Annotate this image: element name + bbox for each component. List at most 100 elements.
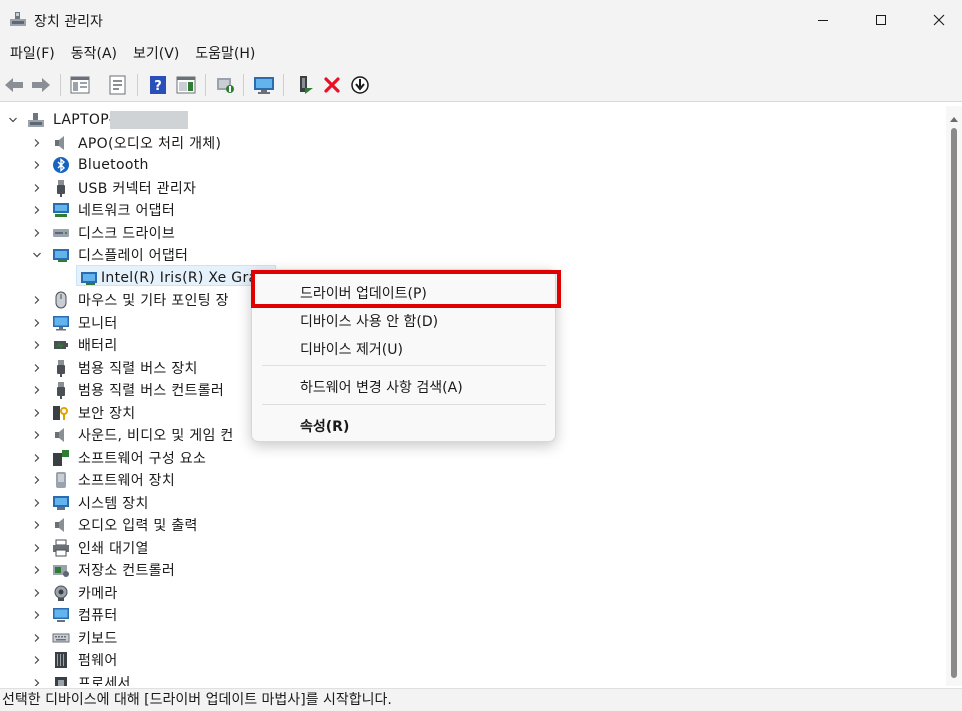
tree-node[interactable]: 오디오 입력 및 출력 <box>0 514 946 536</box>
chevron-right-icon[interactable] <box>32 430 42 440</box>
tree-node[interactable]: 네트워크 어댑터 <box>0 199 946 221</box>
chevron-right-icon[interactable] <box>32 228 42 238</box>
toolbar-separator <box>243 74 244 96</box>
tree-node[interactable]: 카메라 <box>0 582 946 604</box>
close-button[interactable] <box>916 0 962 40</box>
chevron-right-icon[interactable] <box>32 588 42 598</box>
chevron-right-icon[interactable] <box>32 453 42 463</box>
chevron-right-icon[interactable] <box>32 295 42 305</box>
network-adapter-icon <box>52 201 70 219</box>
menu-scan-hardware[interactable]: 하드웨어 변경 사항 검색(A) <box>300 377 463 397</box>
chevron-right-icon[interactable] <box>32 520 42 530</box>
tree-node[interactable]: 시스템 장치 <box>0 492 946 514</box>
tree-node-label: 배터리 <box>78 338 118 354</box>
tree-node[interactable]: 소프트웨어 구성 요소 <box>0 447 946 469</box>
chevron-right-icon[interactable] <box>32 408 42 418</box>
action-pane-button[interactable] <box>174 73 198 97</box>
tree-node-label: 모니터 <box>78 316 118 332</box>
chevron-right-icon[interactable] <box>32 138 42 148</box>
usb-icon <box>52 381 70 399</box>
menu-disable-device[interactable]: 디바이스 사용 안 함(D) <box>300 311 438 331</box>
speaker-icon <box>52 426 70 444</box>
chevron-right-icon[interactable] <box>32 498 42 508</box>
menu-separator <box>262 365 546 366</box>
toolbar-separator <box>137 74 138 96</box>
console-tree-button[interactable] <box>68 73 92 97</box>
tree-node-label: 시스템 장치 <box>78 496 149 512</box>
chevron-right-icon[interactable] <box>32 543 42 553</box>
tree-node-label: APO(오디오 처리 개체) <box>78 136 222 152</box>
chevron-right-icon[interactable] <box>32 565 42 575</box>
tree-node[interactable]: 디스크 드라이브 <box>0 222 946 244</box>
tree-node[interactable]: 인쇄 대기열 <box>0 537 946 559</box>
chevron-right-icon[interactable] <box>32 183 42 193</box>
printer-icon <box>52 539 70 557</box>
scrollbar-thumb[interactable] <box>951 128 957 678</box>
monitor-icon <box>254 77 274 94</box>
help-button[interactable]: ? <box>146 73 170 97</box>
update-driver-button[interactable] <box>293 73 317 97</box>
uninstall-device-button[interactable] <box>320 73 344 97</box>
processor-icon <box>52 674 70 686</box>
back-arrow-icon <box>5 78 23 92</box>
menu-properties[interactable]: 속성(R) <box>300 416 349 436</box>
tree-node[interactable]: 키보드 <box>0 627 946 649</box>
toolbar: ? <box>0 68 962 102</box>
firmware-icon <box>52 651 70 669</box>
chevron-right-icon[interactable] <box>32 205 42 215</box>
chevron-right-icon[interactable] <box>32 678 42 686</box>
tree-node[interactable]: APO(오디오 처리 개체) <box>0 132 946 154</box>
help-icon: ? <box>150 76 166 94</box>
chevron-down-icon[interactable] <box>8 115 18 125</box>
minimize-button[interactable] <box>800 0 846 40</box>
chevron-right-icon[interactable] <box>32 160 42 170</box>
chevron-right-icon[interactable] <box>32 340 42 350</box>
tree-node-label: 네트워크 어댑터 <box>78 203 176 219</box>
chevron-right-icon[interactable] <box>32 363 42 373</box>
chevron-right-icon[interactable] <box>32 633 42 643</box>
computer-icon <box>52 606 70 624</box>
tree-node[interactable]: 저장소 컨트롤러 <box>0 559 946 581</box>
forward-arrow-icon <box>32 78 50 92</box>
highlight-box <box>251 270 561 308</box>
chevron-down-icon[interactable] <box>32 250 42 260</box>
tree-node[interactable]: 펌웨어 <box>0 649 946 671</box>
tree-node[interactable]: 프로세서 <box>0 672 946 686</box>
tree-node-label: 범용 직렬 버스 장치 <box>78 361 198 377</box>
usb-icon <box>52 359 70 377</box>
scan-hardware-changes-icon <box>217 78 234 93</box>
scroll-up-icon[interactable] <box>950 110 958 126</box>
menu-view[interactable]: 보기(V) <box>125 41 187 67</box>
tree-node[interactable]: 디스플레이 어댑터 <box>0 244 946 266</box>
storage-controller-icon <box>52 561 70 579</box>
display-adapter-icon <box>52 246 70 264</box>
menu-action[interactable]: 동작(A) <box>63 41 125 67</box>
back-button[interactable] <box>2 73 26 97</box>
properties-button[interactable] <box>106 73 130 97</box>
vertical-scrollbar[interactable] <box>946 106 962 686</box>
tree-child-label: Intel(R) Iris(R) Xe Graph <box>101 270 276 286</box>
chevron-right-icon[interactable] <box>32 610 42 620</box>
menu-bar: 파일(F) 동작(A) 보기(V) 도움말(H) <box>0 40 962 68</box>
tree-node[interactable]: USB 커넥터 관리자 <box>0 177 946 199</box>
disable-device-icon <box>351 76 369 94</box>
menu-help[interactable]: 도움말(H) <box>187 41 263 67</box>
chevron-right-icon[interactable] <box>32 655 42 665</box>
tree-node[interactable]: 소프트웨어 장치 <box>0 469 946 491</box>
menu-uninstall-device[interactable]: 디바이스 제거(U) <box>300 339 403 359</box>
chevron-right-icon[interactable] <box>32 318 42 328</box>
tree-root[interactable]: LAPTOP- <box>0 109 946 131</box>
menu-file[interactable]: 파일(F) <box>2 41 63 67</box>
monitor-icon <box>52 314 70 332</box>
maximize-icon <box>876 15 886 25</box>
chevron-right-icon[interactable] <box>32 475 42 485</box>
tree-node[interactable]: 컴퓨터 <box>0 604 946 626</box>
scan-hardware-button[interactable] <box>214 73 238 97</box>
disable-device-button[interactable] <box>348 73 372 97</box>
forward-button[interactable] <box>29 73 53 97</box>
monitor-button[interactable] <box>252 73 276 97</box>
tree-node[interactable]: Bluetooth <box>0 154 946 176</box>
maximize-button[interactable] <box>858 0 904 40</box>
chevron-right-icon[interactable] <box>32 385 42 395</box>
tree-node-label: 저장소 컨트롤러 <box>78 563 176 579</box>
